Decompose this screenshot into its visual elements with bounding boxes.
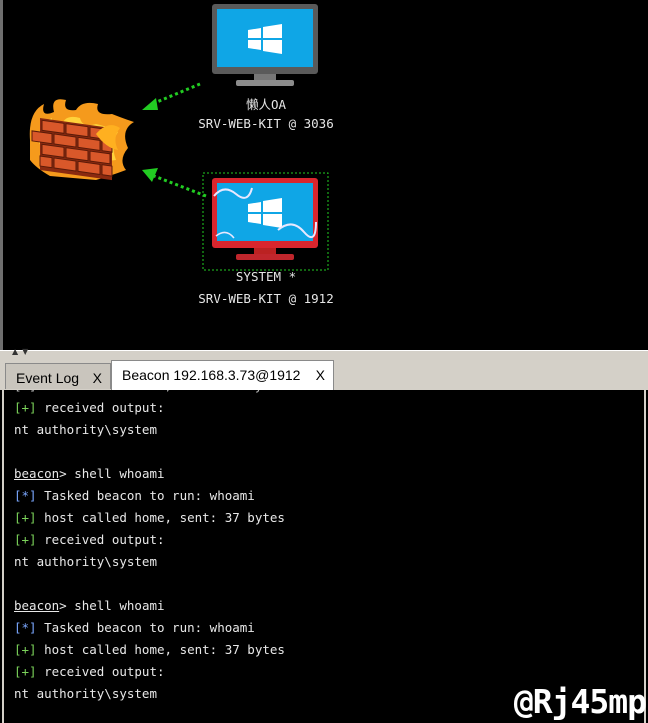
console-text: Tasked beacon to run: whoami: [36, 488, 255, 503]
node-user-label: 懒人OA: [245, 97, 287, 112]
tab-beacon[interactable]: Beacon 192.168.3.73@1912 X: [111, 360, 334, 390]
console-text: received output:: [36, 400, 165, 415]
console-line: nt authority\system: [14, 686, 157, 706]
console-text: > shell whoami: [59, 598, 165, 613]
console-line: nt authority\system: [14, 554, 157, 574]
node-host-label: SRV-WEB-KIT @ 3036: [198, 116, 334, 131]
console-prompt: beacon: [14, 598, 60, 613]
console-line: beacon> shell whoami: [14, 466, 165, 486]
console-text: nt authority\system: [14, 686, 157, 701]
windows-monitor-icon: [212, 178, 318, 260]
console-line: [+] host called home, sent: 37 bytes: [14, 510, 285, 530]
console-tag: [*]: [14, 620, 37, 635]
tab-event-log[interactable]: Event Log X: [5, 363, 111, 389]
console-tag: [+]: [14, 532, 37, 547]
tab-label: Event Log: [16, 370, 80, 386]
watermark: @Rj45mp: [513, 682, 647, 721]
collapse-arrows-icon[interactable]: ▲▼: [12, 347, 32, 356]
node-host-label: SRV-WEB-KIT @ 1912: [198, 291, 334, 306]
console-tag: [+]: [14, 400, 37, 415]
console-line: nt authority\system: [14, 422, 157, 442]
console-line: [+] received output:: [14, 400, 165, 420]
console-text: > shell whoami: [59, 466, 165, 481]
tab-close-button[interactable]: X: [93, 370, 102, 386]
node-user-label: SYSTEM *: [235, 269, 297, 284]
console-tag: [+]: [14, 510, 37, 525]
console-text: received output:: [36, 664, 165, 679]
console-text: nt authority\system: [14, 554, 157, 569]
console-prompt: beacon: [14, 466, 60, 481]
console-text: Tasked beacon to run: whoami: [36, 620, 255, 635]
console-tag: [+]: [14, 664, 37, 679]
beacon-console[interactable]: [+] host called home, sent: 37 bytes [+]…: [2, 390, 646, 723]
tab-close-button[interactable]: X: [316, 367, 325, 383]
console-tag: [+]: [14, 642, 37, 657]
console-line: [+] received output:: [14, 532, 165, 552]
console-line: beacon> shell whoami: [14, 598, 165, 618]
console-line: [+] host called home, sent: 37 bytes: [14, 642, 285, 662]
console-text: host called home, sent: 37 bytes: [36, 642, 285, 657]
firewall-icon: [29, 99, 134, 181]
console-line: [+] received output:: [14, 664, 165, 684]
console-line: [*] Tasked beacon to run: whoami: [14, 620, 255, 640]
console-line-partial: [+] host called home, sent: 37 bytes: [14, 390, 285, 398]
pivot-link-2: [142, 168, 207, 198]
tab-label: Beacon 192.168.3.73@1912: [122, 367, 301, 383]
tab-bar: Event Log X Beacon 192.168.3.73@1912 X: [0, 358, 648, 390]
console-tag: [*]: [14, 488, 37, 503]
console-text: received output:: [36, 532, 165, 547]
console-line: [*] Tasked beacon to run: whoami: [14, 488, 255, 508]
console-text: host called home, sent: 37 bytes: [36, 510, 285, 525]
pivot-graph-view[interactable]: 懒人OA SRV-WEB-KIT @ 3036 SYSTEM * SRV-WEB…: [0, 0, 648, 350]
console-text: nt authority\system: [14, 422, 157, 437]
windows-monitor-icon: [212, 4, 318, 86]
